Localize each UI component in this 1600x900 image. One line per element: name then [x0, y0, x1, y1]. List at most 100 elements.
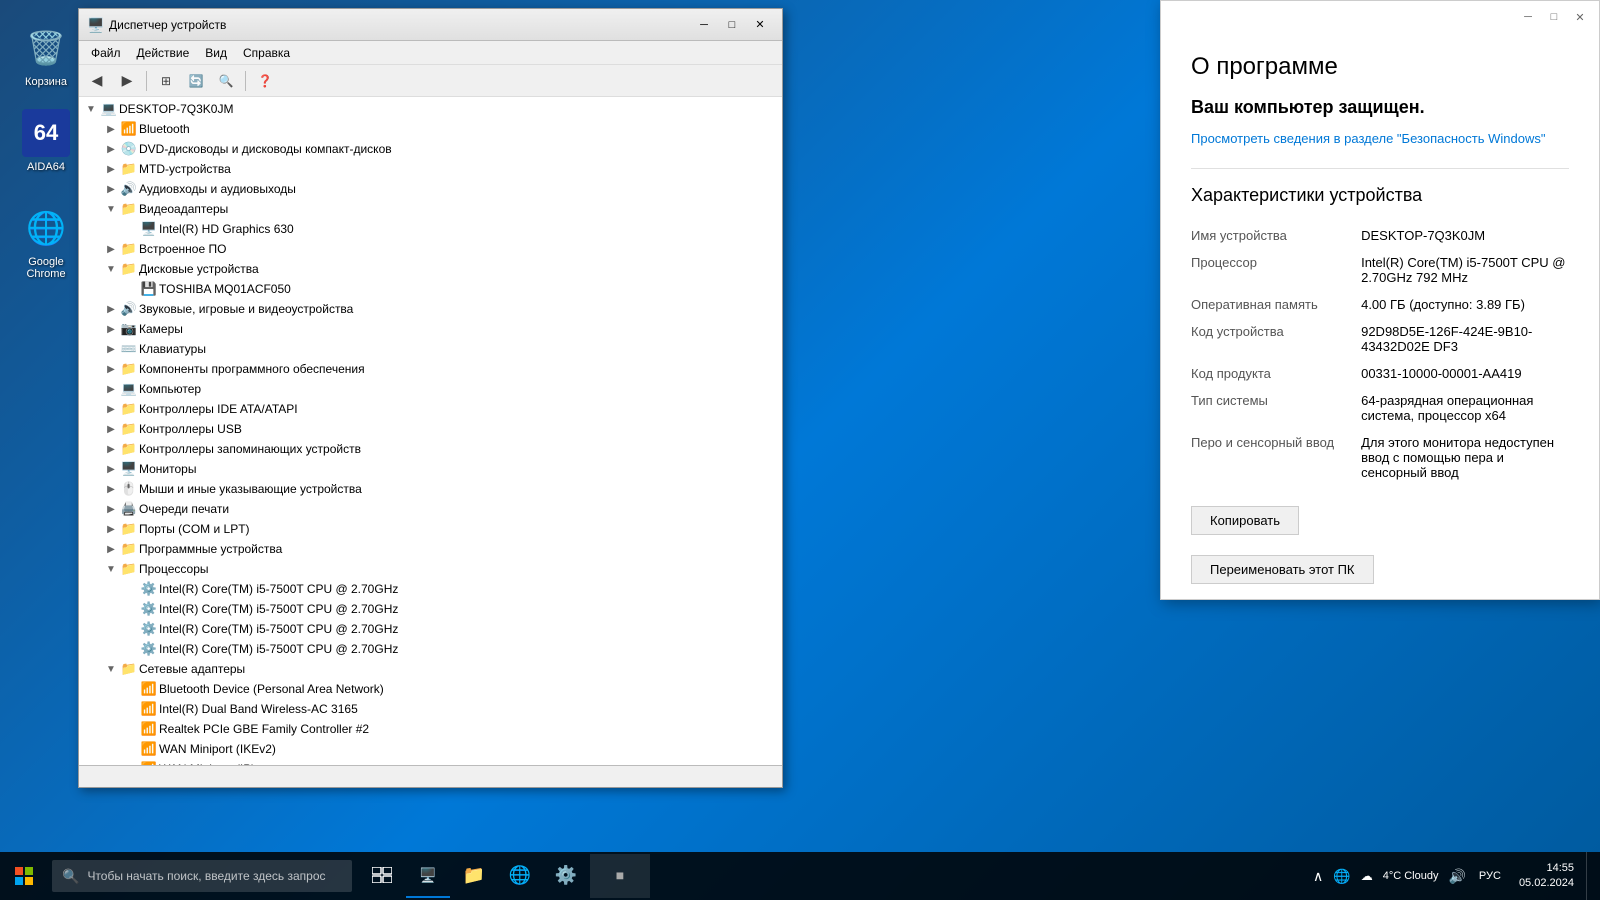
tree-toggle-icon[interactable]: ▶: [103, 521, 119, 537]
tree-node[interactable]: ▶🖨️Очереди печати: [79, 499, 782, 519]
tree-toggle-icon[interactable]: ▶: [103, 441, 119, 457]
devmgr-maximize-btn[interactable]: □: [718, 13, 746, 37]
tree-node[interactable]: ▶🖱️Мыши и иные указывающие устройства: [79, 479, 782, 499]
tray-weather-icon[interactable]: ☁: [1358, 869, 1376, 883]
about-minimize-btn[interactable]: ─: [1515, 4, 1541, 30]
tree-node[interactable]: ⚙️Intel(R) Core(TM) i5-7500T CPU @ 2.70G…: [79, 599, 782, 619]
menu-action[interactable]: Действие: [129, 44, 198, 62]
tree-node[interactable]: ▶📁Компоненты программного обеспечения: [79, 359, 782, 379]
tray-network-icon[interactable]: 🌐: [1330, 868, 1353, 885]
devmgr-minimize-btn[interactable]: ─: [690, 13, 718, 37]
tree-toggle-icon[interactable]: ▶: [103, 141, 119, 157]
tree-node[interactable]: ▶🖥️Мониторы: [79, 459, 782, 479]
toolbar-help-btn[interactable]: ❓: [251, 68, 279, 94]
tree-node[interactable]: 🖥️Intel(R) HD Graphics 630: [79, 219, 782, 239]
tree-node[interactable]: ▶📁Контроллеры USB: [79, 419, 782, 439]
tree-toggle-icon[interactable]: ▼: [103, 201, 119, 217]
tree-node[interactable]: 📶Bluetooth Device (Personal Area Network…: [79, 679, 782, 699]
about-security-link[interactable]: Просмотреть сведения в разделе "Безопасн…: [1191, 130, 1569, 148]
devmgr-taskbar-btn[interactable]: 🖥️: [406, 854, 450, 898]
tree-node[interactable]: 💾TOSHIBA MQ01ACF050: [79, 279, 782, 299]
device-tree[interactable]: ▼💻DESKTOP-7Q3K0JM▶📶Bluetooth▶💿DVD-дисков…: [79, 97, 782, 765]
devmgr-close-btn[interactable]: ✕: [746, 13, 774, 37]
tree-toggle-icon[interactable]: ▶: [103, 541, 119, 557]
tree-node[interactable]: ▼📁Видеоадаптеры: [79, 199, 782, 219]
tree-node[interactable]: ▶🔊Звуковые, игровые и видеоустройства: [79, 299, 782, 319]
toolbar-forward-btn[interactable]: ▶: [113, 68, 141, 94]
start-button[interactable]: [0, 852, 48, 900]
about-taskbar-btn[interactable]: ■: [590, 854, 650, 898]
about-close-btn[interactable]: ✕: [1567, 4, 1593, 30]
tree-toggle-icon: [123, 281, 139, 297]
tray-chevron-icon[interactable]: ∧: [1310, 868, 1326, 885]
tree-node[interactable]: ▶📁Контроллеры IDE ATA/ATAPI: [79, 399, 782, 419]
tree-node-icon: 📶: [141, 681, 157, 697]
devmgr-titlebar[interactable]: 🖥️ Диспетчер устройств ─ □ ✕: [79, 9, 782, 41]
tree-toggle-icon[interactable]: ▶: [103, 381, 119, 397]
toolbar-properties-btn[interactable]: ⊞: [152, 68, 180, 94]
tree-node[interactable]: ⚙️Intel(R) Core(TM) i5-7500T CPU @ 2.70G…: [79, 639, 782, 659]
menu-file[interactable]: Файл: [83, 44, 129, 62]
tree-node[interactable]: ▶📁Контроллеры запоминающих устройств: [79, 439, 782, 459]
copy-btn[interactable]: Копировать: [1191, 506, 1299, 535]
tree-toggle-icon[interactable]: ▶: [103, 321, 119, 337]
tree-toggle-icon[interactable]: ▼: [103, 561, 119, 577]
tree-node[interactable]: ▶📁Встроенное ПО: [79, 239, 782, 259]
toolbar-back-btn[interactable]: ◀: [83, 68, 111, 94]
about-field-value: Для этого монитора недоступен ввод с пом…: [1361, 429, 1569, 486]
tree-node[interactable]: ▶📶Bluetooth: [79, 119, 782, 139]
taskbar-search-box[interactable]: 🔍 Чтобы начать поиск, введите здесь запр…: [52, 860, 352, 892]
tray-volume-icon[interactable]: 🔊: [1445, 868, 1468, 885]
about-protected-text: Ваш компьютер защищен.: [1191, 97, 1569, 118]
menu-help[interactable]: Справка: [235, 44, 298, 62]
desktop-icon-recycle[interactable]: 🗑️ Корзина: [10, 20, 82, 92]
tree-toggle-icon[interactable]: ▶: [103, 461, 119, 477]
tree-node-icon: ⚙️: [141, 621, 157, 637]
tree-toggle-icon[interactable]: ▶: [103, 181, 119, 197]
tree-node[interactable]: ▼💻DESKTOP-7Q3K0JM: [79, 99, 782, 119]
about-maximize-btn[interactable]: □: [1541, 4, 1567, 30]
tree-node[interactable]: 📶WAN Miniport (IKEv2): [79, 739, 782, 759]
toolbar-update-btn[interactable]: 🔄: [182, 68, 210, 94]
tree-toggle-icon[interactable]: ▶: [103, 241, 119, 257]
tree-node[interactable]: 📶Intel(R) Dual Band Wireless-AC 3165: [79, 699, 782, 719]
tray-clock[interactable]: 14:55 05.02.2024: [1511, 861, 1582, 892]
tree-node[interactable]: ▼📁Сетевые адаптеры: [79, 659, 782, 679]
show-desktop-btn[interactable]: [1586, 852, 1592, 900]
desktop-icon-aida64[interactable]: 64 AIDA64: [10, 105, 82, 177]
tree-node[interactable]: ▶💿DVD-дисководы и дисководы компакт-диск…: [79, 139, 782, 159]
tree-node[interactable]: ▼📁Дисковые устройства: [79, 259, 782, 279]
desktop-icon-chrome[interactable]: 🌐 Google Chrome: [10, 200, 82, 284]
menu-view[interactable]: Вид: [197, 44, 235, 62]
tree-node[interactable]: ▼📁Процессоры: [79, 559, 782, 579]
tree-toggle-icon[interactable]: ▶: [103, 301, 119, 317]
file-explorer-taskbar-btn[interactable]: 📁: [452, 854, 496, 898]
tree-node[interactable]: ▶📷Камеры: [79, 319, 782, 339]
tree-node[interactable]: ▶📁Программные устройства: [79, 539, 782, 559]
tree-toggle-icon[interactable]: ▼: [83, 101, 99, 117]
tree-node[interactable]: ▶📁Порты (COM и LPT): [79, 519, 782, 539]
tree-toggle-icon[interactable]: ▶: [103, 421, 119, 437]
tree-node[interactable]: ▶⌨️Клавиатуры: [79, 339, 782, 359]
tree-toggle-icon[interactable]: ▶: [103, 161, 119, 177]
tree-node[interactable]: ⚙️Intel(R) Core(TM) i5-7500T CPU @ 2.70G…: [79, 619, 782, 639]
tree-node[interactable]: ▶📁MTD-устройства: [79, 159, 782, 179]
tray-lang[interactable]: РУС: [1473, 870, 1507, 882]
tree-node[interactable]: ⚙️Intel(R) Core(TM) i5-7500T CPU @ 2.70G…: [79, 579, 782, 599]
rename-pc-btn[interactable]: Переименовать этот ПК: [1191, 555, 1374, 584]
toolbar-scan-btn[interactable]: 🔍: [212, 68, 240, 94]
tree-node[interactable]: ▶🔊Аудиовходы и аудиовыходы: [79, 179, 782, 199]
chrome-taskbar-btn[interactable]: 🌐: [498, 854, 542, 898]
tree-node[interactable]: 📶Realtek PCIe GBE Family Controller #2: [79, 719, 782, 739]
tree-toggle-icon[interactable]: ▶: [103, 501, 119, 517]
tree-toggle-icon[interactable]: ▶: [103, 341, 119, 357]
tree-node[interactable]: ▶💻Компьютер: [79, 379, 782, 399]
tree-toggle-icon[interactable]: ▶: [103, 481, 119, 497]
tree-toggle-icon[interactable]: ▶: [103, 361, 119, 377]
tree-toggle-icon[interactable]: ▶: [103, 121, 119, 137]
settings-taskbar-btn[interactable]: ⚙️: [544, 854, 588, 898]
task-view-btn[interactable]: [360, 854, 404, 898]
tree-toggle-icon[interactable]: ▼: [103, 261, 119, 277]
tree-toggle-icon[interactable]: ▶: [103, 401, 119, 417]
tree-toggle-icon[interactable]: ▼: [103, 661, 119, 677]
